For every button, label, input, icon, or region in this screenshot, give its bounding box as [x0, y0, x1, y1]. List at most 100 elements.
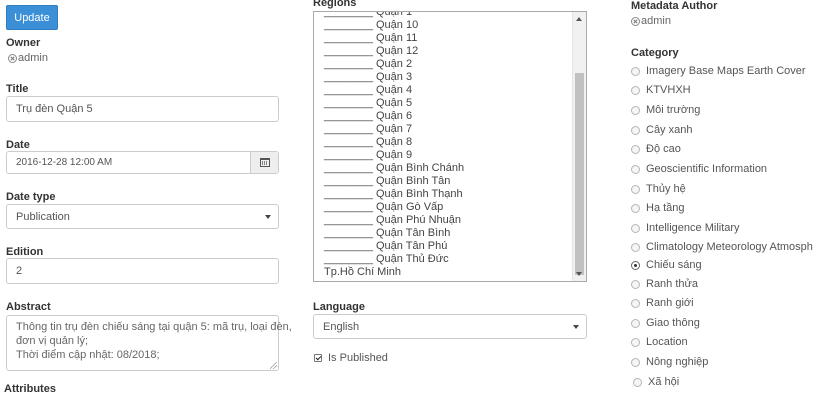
region-option[interactable]: ________ Quận 5 [324, 97, 572, 110]
is-published-checkbox[interactable] [314, 354, 322, 362]
scrollbar-thumb[interactable] [575, 73, 584, 275]
radio-button[interactable] [631, 242, 640, 252]
category-option-label: Cây xanh [646, 124, 693, 136]
abstract-label: Abstract [6, 301, 51, 313]
category-option-label: Môi trường [646, 104, 701, 116]
date-type-select[interactable]: Publication [6, 204, 279, 229]
region-option[interactable]: ________ Quận 1 [324, 12, 572, 19]
radio-button[interactable] [631, 318, 640, 328]
category-option[interactable]: KTVHXH [631, 84, 691, 96]
remove-owner-icon[interactable] [8, 53, 17, 63]
date-input[interactable]: 2016-12-28 12:00 AM [6, 151, 279, 174]
category-option-label: Nông nghiệp [646, 356, 709, 368]
region-option[interactable]: ________ Quận 12 [324, 45, 572, 58]
radio-button[interactable] [631, 144, 640, 154]
radio-button[interactable] [631, 223, 640, 233]
region-option[interactable]: ________ Quận 6 [324, 110, 572, 123]
radio-button-selected[interactable] [631, 260, 640, 270]
radio-button[interactable] [631, 125, 640, 135]
edition-input[interactable]: 2 [6, 258, 279, 284]
radio-button[interactable] [631, 337, 640, 347]
title-input[interactable]: Trụ đèn Quận 5 [6, 96, 279, 122]
category-option-label: Geoscientific Information [646, 163, 768, 175]
category-option[interactable]: Độ cao [631, 143, 681, 155]
region-option[interactable]: ________ Quận 11 [324, 32, 572, 45]
category-option[interactable]: Cây xanh [631, 124, 692, 136]
region-option[interactable]: ________ Quận 10 [324, 19, 572, 32]
category-option-label: Imagery Base Maps Earth Cover [646, 65, 806, 77]
radio-button[interactable] [631, 203, 640, 213]
category-option-label: Xã hội [648, 376, 680, 388]
region-option[interactable]: ________ Quận 8 [324, 136, 572, 149]
owner-name: admin [18, 52, 48, 64]
region-option[interactable]: Tp.Hồ Chí Minh [324, 266, 572, 279]
scroll-down-icon[interactable] [576, 272, 582, 276]
category-option-label: Giao thông [646, 317, 700, 329]
category-option[interactable]: Geoscientific Information [631, 163, 767, 175]
region-option[interactable]: ________ Quận 7 [324, 123, 572, 136]
date-label: Date [6, 139, 30, 151]
radio-button[interactable] [631, 105, 640, 115]
category-option[interactable]: Giao thông [631, 317, 700, 329]
chevron-down-icon [265, 214, 271, 219]
radio-button[interactable] [631, 279, 640, 289]
category-option[interactable]: Nông nghiệp [631, 356, 708, 368]
language-select[interactable]: English [313, 314, 587, 339]
remove-author-icon[interactable] [631, 16, 640, 26]
regions-list: ________ Quận 1 ________ Quận 10 _______… [324, 12, 572, 279]
category-option[interactable]: Môi trường [631, 104, 700, 116]
category-option-label: Climatology Meteorology Atmosphere [646, 241, 813, 253]
category-label: Category [631, 47, 679, 59]
scroll-up-icon[interactable] [576, 17, 582, 21]
category-option[interactable]: Ranh giới [631, 297, 694, 309]
abstract-line: đơn vị quản lý; [16, 335, 89, 347]
date-type-value: Publication [16, 210, 70, 223]
category-option[interactable]: Hạ tầng [631, 202, 685, 214]
region-option[interactable]: ________ Quận Bình Tân [324, 175, 572, 188]
region-option[interactable]: ________ Quận Phú Nhuận [324, 214, 572, 227]
title-input-value: Trụ đèn Quận 5 [16, 103, 93, 115]
region-option[interactable]: ________ Quận Tân Phú [324, 240, 572, 253]
regions-scrollbar[interactable] [572, 12, 586, 281]
region-option[interactable]: ________ Quận 4 [324, 84, 572, 97]
category-option-label: Location [646, 336, 688, 348]
category-option-label: Intelligence Military [646, 222, 740, 234]
update-button[interactable]: Update [6, 5, 58, 30]
radio-button[interactable] [631, 184, 640, 194]
calendar-button[interactable] [250, 152, 278, 173]
resize-handle-icon[interactable] [270, 362, 277, 369]
category-option[interactable]: Thủy hệ [631, 183, 686, 195]
metadata-author-name: admin [641, 15, 671, 27]
region-option[interactable]: ________ Quận Gò Vấp [324, 201, 572, 214]
date-input-value: 2016-12-28 12:00 AM [16, 157, 113, 168]
radio-button[interactable] [633, 377, 642, 387]
edition-input-value: 2 [16, 265, 23, 277]
region-option[interactable]: ________ Quận 9 [324, 149, 572, 162]
category-option[interactable]: Ranh thửa [631, 278, 698, 290]
category-option[interactable]: Location [631, 336, 688, 348]
radio-button[interactable] [631, 357, 640, 367]
category-option[interactable]: Intelligence Military [631, 222, 740, 234]
category-option-label: Độ cao [646, 143, 681, 155]
category-option[interactable]: Imagery Base Maps Earth Cover [631, 65, 806, 77]
radio-button[interactable] [631, 164, 640, 174]
region-option[interactable]: ________ Quận Bình Chánh [324, 162, 572, 175]
regions-multiselect[interactable]: ________ Quận 1 ________ Quận 10 _______… [313, 11, 587, 282]
category-option-label: Chiếu sáng [646, 259, 702, 271]
region-option[interactable]: ________ Quận 2 [324, 58, 572, 71]
category-option[interactable]: Climatology Meteorology Atmosphere [631, 241, 813, 253]
date-type-label: Date type [6, 191, 56, 203]
chevron-down-icon [573, 324, 579, 329]
region-option[interactable]: ________ Quận Tân Bình [324, 227, 572, 240]
category-option-selected[interactable]: Chiếu sáng [631, 259, 702, 271]
radio-button[interactable] [631, 66, 640, 76]
owner-label: Owner [6, 37, 41, 49]
radio-button[interactable] [631, 85, 640, 95]
region-option[interactable]: ________ Quận Bình Thạnh [324, 188, 572, 201]
radio-button[interactable] [631, 298, 640, 308]
abstract-textarea[interactable]: Thông tin trụ đèn chiếu sáng tại quận 5:… [6, 315, 292, 371]
region-option[interactable]: ________ Quận Thủ Đức [324, 253, 572, 266]
is-published-row: Is Published [314, 352, 388, 364]
region-option[interactable]: ________ Quận 3 [324, 71, 572, 84]
category-option[interactable]: Xã hội [633, 376, 679, 388]
